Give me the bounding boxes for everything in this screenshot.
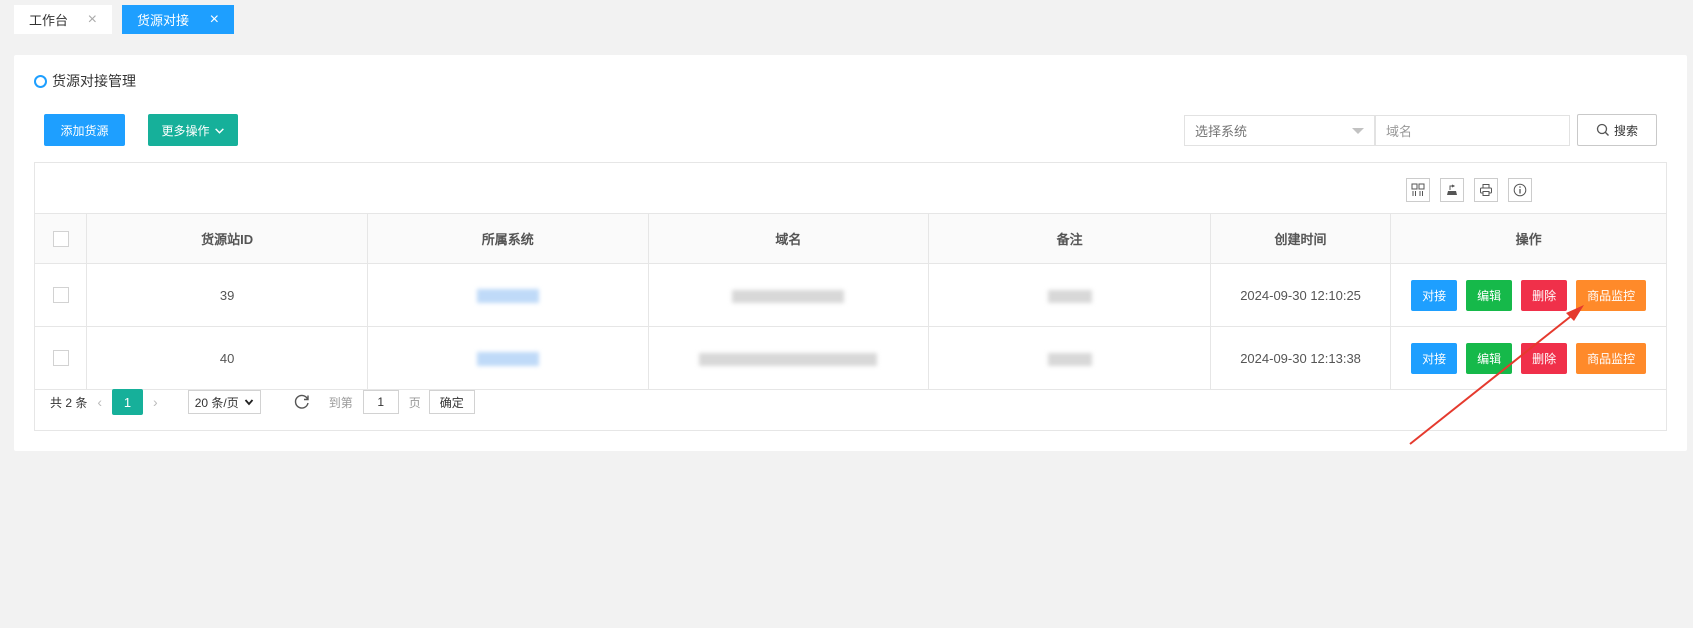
domain-cell (647, 263, 930, 327)
card-title: 货源对接管理 (34, 71, 136, 91)
system-select-placeholder: 选择系统 (1195, 124, 1248, 139)
tab-workbench[interactable]: 工作台 × (14, 5, 112, 34)
goto-confirm-button[interactable]: 确定 (428, 390, 475, 414)
table-container: 货源站ID 所属系统 域名 备注 创建时间 操作 39 2024-09-30 1… (34, 162, 1667, 431)
actions-cell: 对接 编辑 删除 商品监控 (1390, 326, 1666, 390)
product-monitor-button[interactable]: 商品监控 (1576, 342, 1647, 374)
supply-id-cell: 40 (86, 326, 368, 390)
tab-label: 货源对接 (137, 13, 190, 28)
goto-page-input[interactable]: 1 (362, 390, 399, 414)
dropdown-triangle-icon (1352, 127, 1364, 134)
connect-button[interactable]: 对接 (1411, 279, 1458, 311)
print-icon[interactable] (1474, 178, 1498, 202)
remark-cell (928, 263, 1211, 327)
delete-button[interactable]: 删除 (1521, 342, 1568, 374)
export-icon[interactable] (1440, 178, 1464, 202)
product-monitor-button[interactable]: 商品监控 (1576, 279, 1647, 311)
system-select[interactable]: 选择系统 (1184, 115, 1375, 146)
table-row: 39 2024-09-30 12:10:25 对接 编辑 删除 商品监控 (35, 263, 1666, 327)
main-card: 货源对接管理 添加货源 更多操作 选择系统 域名 搜索 货源站ID 所属系统 域… (14, 55, 1687, 451)
add-supply-button[interactable]: 添加货源 (44, 114, 125, 146)
next-page-icon[interactable]: › (153, 394, 158, 410)
redacted-value (476, 288, 539, 303)
select-all-checkbox[interactable] (52, 230, 69, 247)
domain-input-placeholder: 域名 (1386, 124, 1413, 139)
close-icon[interactable]: × (210, 11, 219, 28)
row-checkbox[interactable] (52, 287, 69, 304)
tab-label: 工作台 (29, 13, 69, 28)
table-header-row: 货源站ID 所属系统 域名 备注 创建时间 操作 (35, 213, 1666, 264)
domain-input[interactable]: 域名 (1375, 115, 1570, 146)
column-header: 备注 (928, 213, 1211, 264)
actions-cell: 对接 编辑 删除 商品监控 (1390, 263, 1666, 327)
connect-button[interactable]: 对接 (1411, 342, 1458, 374)
tab-bar: 工作台 × 货源对接 × (14, 5, 234, 34)
system-cell (366, 263, 649, 327)
system-cell (366, 326, 649, 390)
goto-label: 到第 (328, 395, 353, 410)
domain-cell (647, 326, 930, 390)
close-icon[interactable]: × (88, 11, 97, 28)
more-actions-label: 更多操作 (161, 123, 210, 138)
more-actions-button[interactable]: 更多操作 (148, 114, 238, 146)
info-icon[interactable] (1508, 178, 1532, 202)
total-count: 共 2 条 (50, 395, 88, 410)
page-unit-label: 页 (408, 395, 421, 410)
redacted-value (699, 352, 878, 366)
card-title-text: 货源对接管理 (52, 73, 136, 89)
edit-button[interactable]: 编辑 (1466, 342, 1513, 374)
tab-supply-connect[interactable]: 货源对接 × (122, 5, 234, 34)
chevron-down-icon (244, 399, 253, 406)
pagination: 共 2 条 ‹ 1 › 20 条/页 到第 1 页 确定 (50, 389, 475, 415)
column-header: 创建时间 (1209, 213, 1392, 264)
supply-table: 货源站ID 所属系统 域名 备注 创建时间 操作 39 2024-09-30 1… (35, 213, 1666, 390)
search-icon (1596, 123, 1609, 136)
circle-icon (34, 74, 47, 88)
redacted-value (1047, 289, 1092, 303)
created-time-cell: 2024-09-30 12:13:38 (1209, 326, 1392, 390)
page-size-select[interactable]: 20 条/页 (187, 390, 261, 414)
delete-button[interactable]: 删除 (1521, 279, 1568, 311)
goto-page-value: 1 (377, 395, 385, 409)
page-size-value: 20 条/页 (194, 395, 239, 410)
created-time-cell: 2024-09-30 12:10:25 (1209, 263, 1392, 327)
redacted-value (476, 351, 539, 366)
column-header: 货源站ID (86, 213, 368, 264)
column-header: 域名 (647, 213, 930, 264)
supply-id-cell: 39 (86, 263, 368, 327)
table-row: 40 2024-09-30 12:13:38 对接 编辑 删除 商品监控 (35, 326, 1666, 390)
remark-cell (928, 326, 1211, 390)
redacted-value (732, 289, 845, 303)
search-button[interactable]: 搜索 (1577, 114, 1657, 146)
column-header: 操作 (1390, 213, 1666, 264)
columns-filter-icon[interactable] (1406, 178, 1430, 202)
refresh-icon[interactable] (293, 393, 311, 411)
edit-button[interactable]: 编辑 (1466, 279, 1513, 311)
chevron-down-icon (214, 127, 224, 134)
column-header: 所属系统 (366, 213, 649, 264)
redacted-value (1047, 352, 1092, 366)
select-all-cell (35, 213, 88, 264)
search-label: 搜索 (1613, 123, 1638, 138)
current-page-button[interactable]: 1 (112, 389, 144, 415)
row-checkbox[interactable] (52, 350, 69, 367)
prev-page-icon[interactable]: ‹ (97, 394, 102, 410)
